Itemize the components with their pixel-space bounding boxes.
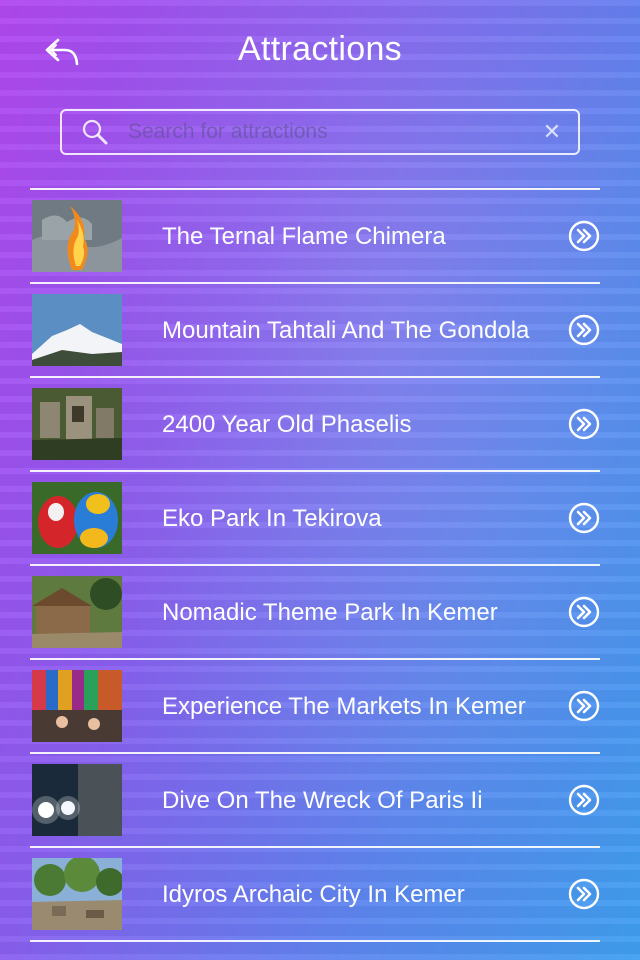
search-bar: ✕: [60, 109, 580, 155]
chevron-double-right-icon[interactable]: [568, 408, 600, 440]
underwater-wreck-photo: [32, 764, 122, 836]
list-item-label: 2400 Year Old Phaselis: [162, 410, 412, 438]
list-item-label: Eko Park In Tekirova: [162, 504, 382, 532]
list-item[interactable]: Experience The Markets In Kemer: [30, 660, 600, 752]
list-item[interactable]: Eko Park In Tekirova: [30, 472, 600, 564]
ancient-ruins-photo: [32, 388, 122, 460]
list-item-label: Experience The Markets In Kemer: [162, 692, 526, 720]
chevron-double-right-icon[interactable]: [568, 878, 600, 910]
list-item[interactable]: Mountain Tahtali And The Gondola: [30, 284, 600, 376]
list-item-label: The Ternal Flame Chimera: [162, 222, 446, 250]
flame-on-rocks-photo: [32, 200, 122, 272]
parrots-photo: [32, 482, 122, 554]
list-item[interactable]: The Ternal Flame Chimera: [30, 190, 600, 282]
list-item[interactable]: 2400 Year Old Phaselis: [30, 378, 600, 470]
list-item[interactable]: Idyros Archaic City In Kemer: [30, 848, 600, 940]
divider: [30, 940, 600, 942]
list-item-label: Dive On The Wreck Of Paris Ii: [162, 786, 483, 814]
list-item-label: Nomadic Theme Park In Kemer: [162, 598, 498, 626]
tent-theme-park-photo: [32, 576, 122, 648]
attractions-list: The Ternal Flame Chimera Mountain Tahtal…: [30, 188, 600, 942]
chevron-double-right-icon[interactable]: [568, 690, 600, 722]
header: Attractions: [0, 0, 640, 100]
archaic-city-trees-photo: [32, 858, 122, 930]
close-icon[interactable]: ✕: [532, 112, 572, 152]
chevron-double-right-icon[interactable]: [568, 784, 600, 816]
chevron-double-right-icon[interactable]: [568, 502, 600, 534]
search-input[interactable]: [110, 111, 532, 153]
list-item[interactable]: Dive On The Wreck Of Paris Ii: [30, 754, 600, 846]
chevron-double-right-icon[interactable]: [568, 220, 600, 252]
chevron-double-right-icon[interactable]: [568, 596, 600, 628]
market-stalls-photo: [32, 670, 122, 742]
snowy-mountain-photo: [32, 294, 122, 366]
list-item-label: Idyros Archaic City In Kemer: [162, 880, 465, 908]
list-item-label: Mountain Tahtali And The Gondola: [162, 316, 530, 344]
chevron-double-right-icon[interactable]: [568, 314, 600, 346]
page-title: Attractions: [238, 30, 402, 68]
search-icon: [82, 119, 108, 145]
list-item[interactable]: Nomadic Theme Park In Kemer: [30, 566, 600, 658]
